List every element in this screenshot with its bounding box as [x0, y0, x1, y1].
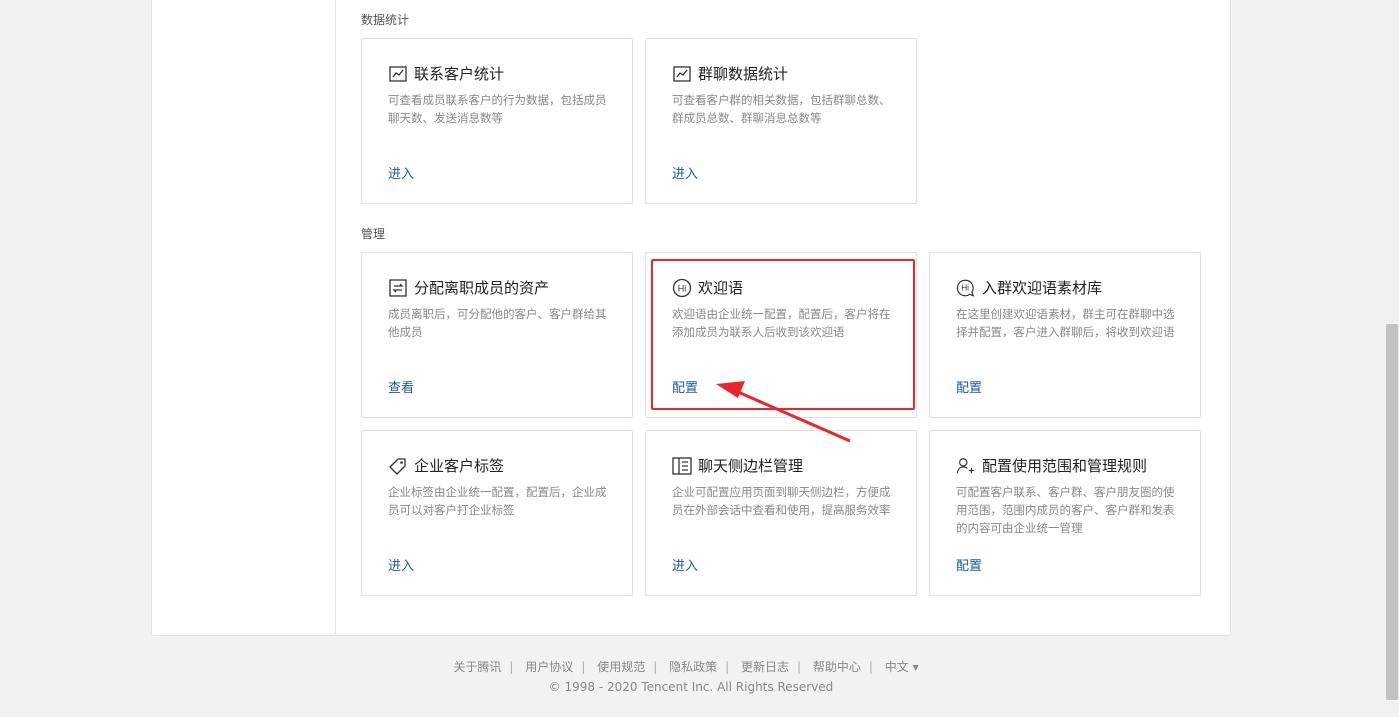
enter-link[interactable]: 进入 [672, 163, 698, 182]
chart-icon [388, 64, 408, 84]
configure-link[interactable]: 配置 [672, 377, 698, 396]
card-description: 在这里创建欢迎语素材，群主可在群聊中选择并配置，客户进入群聊后，将收到欢迎语 [956, 307, 1175, 339]
card-description: 企业可配置应用页面到聊天侧边栏，方便成员在外部会话中查看和使用，提高服务效率 [672, 485, 891, 517]
card-chat-sidebar: 聊天侧边栏管理 企业可配置应用页面到聊天侧边栏，方便成员在外部会话中查看和使用，… [645, 430, 917, 596]
card-customer-tags: 企业客户标签 企业标签由企业统一配置，配置后，企业成员可以对客户打企业标签 进入 [361, 430, 633, 596]
card-scope-rules: 配置使用范围和管理规则 可配置客户联系、客户群、客户朋友圈的使用范围，范围内成员… [929, 430, 1201, 596]
enter-link[interactable]: 进入 [388, 555, 414, 574]
hi-chat-icon: Hi [956, 278, 976, 298]
footer-link-privacy[interactable]: 隐私政策 [669, 660, 717, 674]
configure-link[interactable]: 配置 [956, 555, 982, 574]
footer-link-rules[interactable]: 使用规范 [597, 660, 645, 674]
card-title: 分配离职成员的资产 [414, 279, 550, 297]
card-welcome: Hi 欢迎语 欢迎语由企业统一配置，配置后，客户将在添加成员为联系人后收到该欢迎… [645, 252, 917, 418]
card-title: 联系客户统计 [414, 65, 505, 83]
card-description: 企业标签由企业统一配置，配置后，企业成员可以对客户打企业标签 [388, 485, 607, 517]
view-link[interactable]: 查看 [388, 377, 414, 396]
section-title-manage: 管理 [361, 227, 386, 241]
card-description: 成员离职后，可分配他的客户、客户群给其他成员 [388, 307, 607, 339]
vertical-scrollbar[interactable] [1383, 0, 1399, 717]
chart-icon [672, 64, 692, 84]
card-description: 可查看成员联系客户的行为数据，包括成员聊天数、发送消息数等 [388, 93, 607, 125]
card-description: 可配置客户联系、客户群、客户朋友圈的使用范围，范围内成员的客户、客户群和发表的内… [956, 485, 1175, 535]
copyright-text: © 1998 - 2020 Tencent Inc. All Rights Re… [548, 680, 834, 694]
footer-link-changelog[interactable]: 更新日志 [741, 660, 789, 674]
card-title: 入群欢迎语素材库 [982, 279, 1103, 297]
card-title: 配置使用范围和管理规则 [982, 457, 1148, 475]
add-user-icon [956, 456, 976, 476]
configure-link[interactable]: 配置 [956, 377, 982, 396]
card-contact-stats: 联系客户统计 可查看成员联系客户的行为数据，包括成员聊天数、发送消息数等 进入 [361, 38, 633, 204]
card-title: 群聊数据统计 [698, 65, 789, 83]
tag-icon [388, 456, 408, 476]
footer-links: 关于腾讯 | 用户协议 | 使用规范 | 隐私政策 | 更新日志 | 帮助中心 | 中文 ▾ [453, 660, 919, 674]
svg-text:Hi: Hi [678, 283, 687, 293]
sidebar-icon [672, 456, 692, 476]
card-title: 企业客户标签 [414, 457, 505, 475]
card-group-welcome: Hi 入群欢迎语素材库 在这里创建欢迎语素材，群主可在群聊中选择并配置，客户进入… [929, 252, 1201, 418]
svg-text:Hi: Hi [961, 283, 969, 292]
sidebar-column [152, 0, 336, 635]
transfer-icon [388, 278, 408, 298]
card-assign-assets: 分配离职成员的资产 成员离职后，可分配他的客户、客户群给其他成员 查看 [361, 252, 633, 418]
section-title-stats: 数据统计 [361, 13, 410, 27]
language-selector[interactable]: 中文 ▾ [885, 660, 919, 674]
footer-link-about[interactable]: 关于腾讯 [453, 660, 501, 674]
scrollbar-thumb[interactable] [1386, 324, 1398, 700]
hi-icon: Hi [672, 278, 692, 298]
footer-link-help[interactable]: 帮助中心 [813, 660, 861, 674]
footer-link-agreement[interactable]: 用户协议 [525, 660, 573, 674]
card-description: 可查看客户群的相关数据，包括群聊总数、群成员总数、群聊消息总数等 [672, 93, 891, 125]
enter-link[interactable]: 进入 [388, 163, 414, 182]
enter-link[interactable]: 进入 [672, 555, 698, 574]
card-title: 聊天侧边栏管理 [698, 457, 804, 475]
card-description: 欢迎语由企业统一配置，配置后，客户将在添加成员为联系人后收到该欢迎语 [672, 307, 891, 339]
card-group-stats: 群聊数据统计 可查看客户群的相关数据，包括群聊总数、群成员总数、群聊消息总数等 … [645, 38, 917, 204]
card-title: 欢迎语 [698, 279, 744, 297]
